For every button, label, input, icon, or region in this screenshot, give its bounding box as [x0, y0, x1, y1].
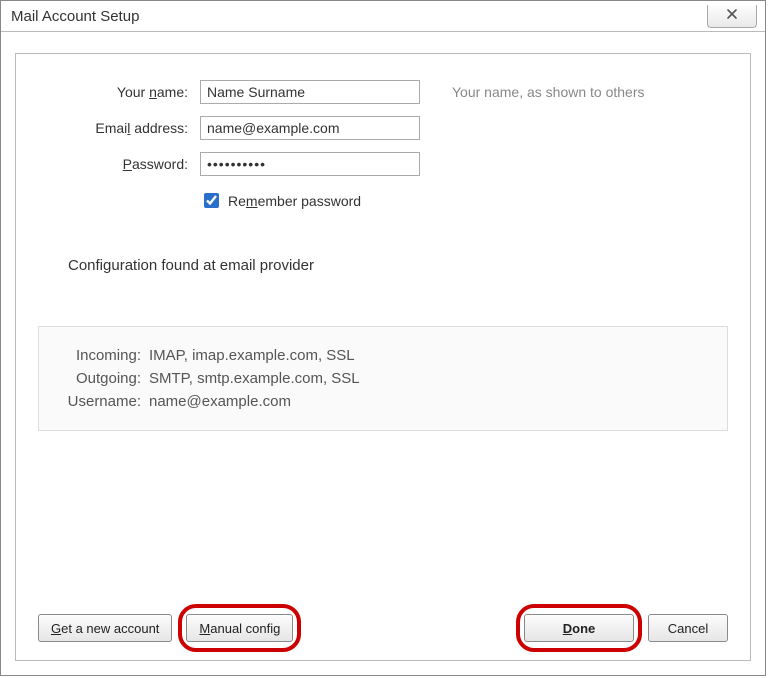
status-message: Configuration found at email provider	[68, 257, 728, 274]
email-input[interactable]	[200, 116, 420, 140]
manual-config-highlight: Manual config	[186, 614, 293, 642]
name-hint: Your name, as shown to others	[452, 84, 728, 100]
outgoing-value: SMTP, smtp.example.com, SSL	[149, 370, 715, 387]
name-label: Your name:	[38, 84, 188, 100]
incoming-label: Incoming:	[51, 347, 141, 364]
username-value: name@example.com	[149, 393, 715, 410]
window-title: Mail Account Setup	[11, 8, 707, 25]
footer-buttons: Get a new account Manual config Done Can…	[38, 602, 728, 642]
incoming-value: IMAP, imap.example.com, SSL	[149, 347, 715, 364]
cancel-button[interactable]: Cancel	[648, 614, 728, 642]
remember-password-row: Remember password	[200, 190, 440, 211]
outgoing-row: Outgoing: SMTP, smtp.example.com, SSL	[51, 370, 715, 387]
password-input[interactable]	[200, 152, 420, 176]
username-row: Username: name@example.com	[51, 393, 715, 410]
email-label: Email address:	[38, 120, 188, 136]
form-grid: Your name: Your name, as shown to others…	[38, 80, 728, 211]
incoming-row: Incoming: IMAP, imap.example.com, SSL	[51, 347, 715, 364]
close-button[interactable]	[707, 5, 757, 28]
password-label: Password:	[38, 156, 188, 172]
outgoing-label: Outgoing:	[51, 370, 141, 387]
mail-account-setup-window: Mail Account Setup Your name: Your name,…	[0, 0, 766, 676]
done-highlight: Done	[524, 614, 634, 642]
remember-password-checkbox[interactable]	[204, 193, 219, 208]
server-details-box: Incoming: IMAP, imap.example.com, SSL Ou…	[38, 326, 728, 431]
close-icon	[726, 7, 738, 24]
content-pane: Your name: Your name, as shown to others…	[15, 53, 751, 661]
remember-password-label: Remember password	[228, 193, 361, 209]
manual-config-button[interactable]: Manual config	[186, 614, 293, 642]
name-input[interactable]	[200, 80, 420, 104]
done-button[interactable]: Done	[524, 614, 634, 642]
titlebar: Mail Account Setup	[1, 1, 765, 32]
username-label: Username:	[51, 393, 141, 410]
get-new-account-button[interactable]: Get a new account	[38, 614, 172, 642]
